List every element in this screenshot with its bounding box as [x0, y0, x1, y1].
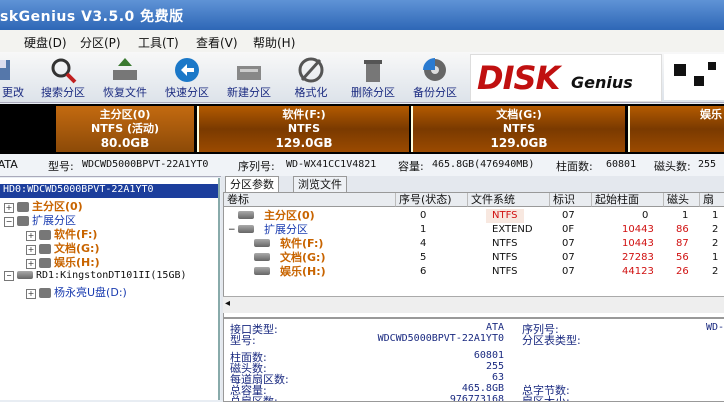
collapse-icon[interactable]: − [4, 271, 14, 281]
disk-details-panel: 接口类型: ATA 型号: WDCWD5000BPVT-22A1YT0 序列号:… [223, 318, 724, 402]
backup-icon [423, 58, 446, 81]
partition-icon [39, 258, 51, 268]
window-title: skGenius V3.5.0 免费版 [0, 9, 184, 25]
tree-item-usb[interactable]: + 杨永亮U盘(D:) [26, 284, 127, 299]
tree-item-h[interactable]: + 娱乐(H:) [26, 254, 100, 269]
rescue-graphic-icon [674, 62, 716, 86]
menu-help[interactable]: 帮助(H) [253, 34, 295, 51]
disk-icon [17, 271, 33, 279]
scroll-left-icon[interactable]: ◂ [225, 298, 230, 309]
partition-block-primary[interactable]: 主分区(0) NTFS (活动) 80.0GB [56, 106, 194, 152]
format-button[interactable]: 格式化 [282, 54, 340, 100]
col-id[interactable]: 标识 [550, 193, 592, 207]
col-seq[interactable]: 序号(状态) [396, 193, 468, 207]
partition-icon [17, 216, 29, 226]
menu-view[interactable]: 查看(V) [196, 34, 238, 51]
title-bar: skGenius V3.5.0 免费版 [0, 0, 724, 30]
disk-partition-map: 主分区(0) NTFS (活动) 80.0GB 软件(F:) NTFS 129.… [0, 104, 724, 154]
partition-block-h[interactable]: 娱乐 [628, 106, 724, 152]
recover-icon [113, 58, 137, 80]
disk-small-icon [254, 265, 273, 279]
tree-item-primary[interactable]: + 主分区(0) [4, 198, 83, 213]
magnifier-icon [51, 58, 77, 84]
quick-partition-button[interactable]: 快速分区 [158, 54, 216, 100]
disk-small-icon [238, 223, 257, 237]
tree-item-extended[interactable]: − 扩展分区 [4, 212, 76, 227]
tree-item-f[interactable]: + 软件(F:) [26, 226, 97, 241]
search-partition-button[interactable]: 搜索分区 [34, 54, 92, 100]
disk-small-icon [254, 251, 273, 265]
delete-partition-button[interactable]: 删除分区 [344, 54, 402, 100]
save-icon [0, 60, 10, 80]
tree-item-g[interactable]: + 文档(G:) [26, 240, 99, 255]
expand-icon[interactable]: + [26, 289, 36, 299]
logo-extension [664, 54, 724, 100]
tab-browse-files[interactable]: 浏览文件 [293, 176, 347, 192]
tab-partition-params[interactable]: 分区参数 [225, 176, 279, 192]
menu-tools[interactable]: 工具(T) [138, 34, 179, 51]
menu-partition[interactable]: 分区(P) [80, 34, 121, 51]
format-icon [298, 57, 324, 83]
partition-icon [17, 202, 29, 212]
partition-icon [39, 230, 51, 240]
partition-block-g[interactable]: 文档(G:) NTFS 129.0GB [411, 106, 625, 152]
disk-tree: HD0:WDCWD5000BPVT-22A1YT0 + 主分区(0) − 扩展分区 … [0, 178, 220, 400]
collapse-icon[interactable]: − [4, 217, 14, 227]
disk-small-icon [254, 237, 273, 251]
col-volume[interactable]: 卷标 [224, 193, 396, 207]
recover-files-button[interactable]: 恢复文件 [96, 54, 154, 100]
save-changes-button[interactable]: 更改 [0, 54, 28, 100]
backup-partition-button[interactable]: 备份分区 [406, 54, 464, 100]
col-fs[interactable]: 文件系统 [468, 193, 550, 207]
menu-disk[interactable]: 硬盘(D) [24, 34, 67, 51]
diskgenius-logo: DISK Genius [470, 54, 662, 102]
quick-partition-icon [175, 58, 199, 82]
col-head[interactable]: 磁头 [664, 193, 700, 207]
main-panel: 分区参数 浏览文件 卷标 序号(状态) 文件系统 标识 起始柱面 磁头 扇 主分… [221, 176, 724, 402]
col-sector[interactable]: 扇 [700, 193, 724, 207]
expand-icon[interactable]: + [26, 259, 36, 269]
col-start-cyl[interactable]: 起始柱面 [592, 193, 664, 207]
menu-bar: 硬盘(D) 分区(P) 工具(T) 查看(V) 帮助(H) [0, 30, 724, 53]
collapse-icon[interactable]: − [228, 223, 236, 237]
new-partition-icon [237, 66, 261, 80]
partition-icon [39, 288, 51, 298]
trash-icon [364, 60, 382, 82]
disk-info-bar: :ATA 型号: WDCWD5000BPVT-22A1YT0 序列号: WD-W… [0, 154, 724, 177]
tree-rd1[interactable]: − RD1:KingstonDT101II(15GB) [4, 270, 187, 284]
horizontal-scrollbar[interactable]: ◂ [223, 296, 724, 313]
partition-block-f[interactable]: 软件(F:) NTFS 129.0GB [197, 106, 409, 152]
new-partition-button[interactable]: 新建分区 [220, 54, 278, 100]
partition-icon [39, 244, 51, 254]
tree-hd0[interactable]: HD0:WDCWD5000BPVT-22A1YT0 [0, 184, 218, 198]
disk-small-icon [238, 209, 257, 223]
